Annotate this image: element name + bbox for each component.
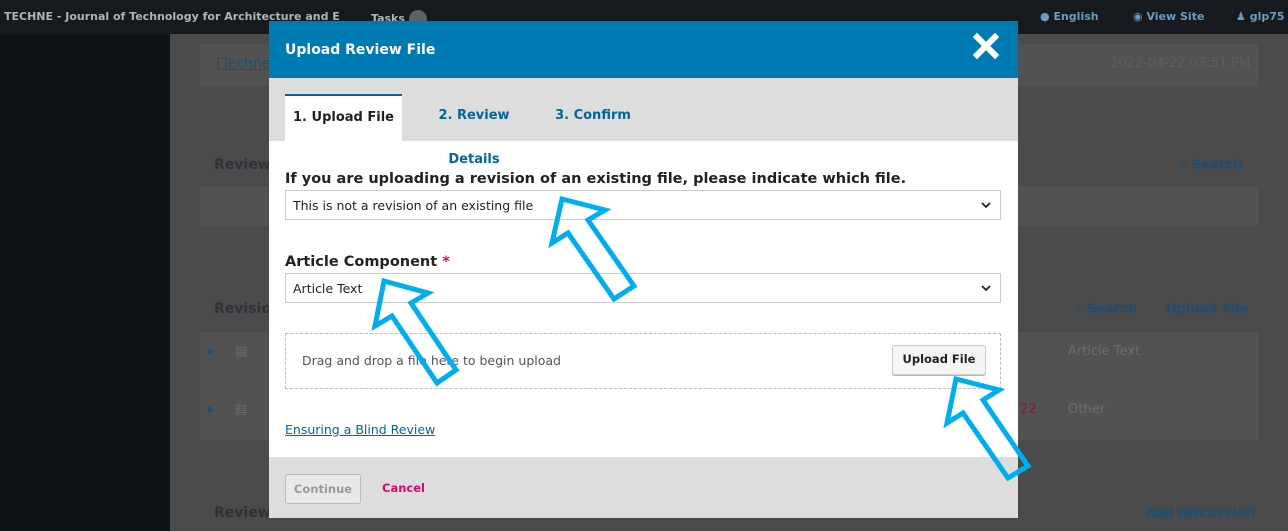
annotation-arrow-revision <box>548 195 638 303</box>
annotation-arrows <box>371 195 1032 482</box>
annotation-arrow-upload <box>943 375 1032 482</box>
annotation-arrow-component <box>371 277 460 387</box>
